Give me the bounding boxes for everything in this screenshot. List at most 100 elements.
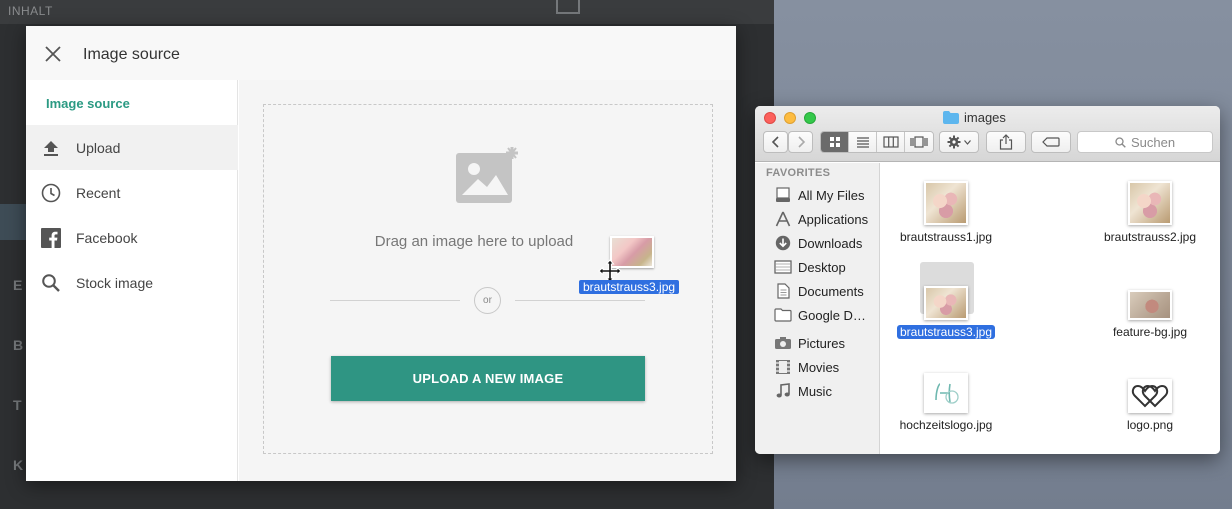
sidebar-item-facebook[interactable]: Facebook xyxy=(26,215,238,260)
image-placeholder-icon xyxy=(454,145,522,212)
folder-icon xyxy=(774,307,792,323)
file-grid: brautstrauss1.jpg brautstrauss2.jpg brau… xyxy=(881,163,1220,454)
search-placeholder: Suchen xyxy=(1130,134,1176,150)
sidebar-item-label: Facebook xyxy=(76,229,138,246)
chevron-right-icon xyxy=(797,136,805,148)
file-thumbnail xyxy=(1128,181,1172,225)
file-name: logo.png xyxy=(1126,418,1174,432)
drag-filename: brautstrauss3.jpg xyxy=(579,280,680,294)
cover-flow-button[interactable] xyxy=(905,132,933,152)
clock-icon xyxy=(40,182,62,204)
background-letter: E xyxy=(13,277,23,293)
forward-button[interactable] xyxy=(788,131,813,153)
file-thumbnail-wrap xyxy=(881,262,1011,320)
film-icon xyxy=(774,359,792,375)
dialog-sidebar: Image source Upload Recent Facebook Stoc… xyxy=(26,80,238,481)
music-note-icon xyxy=(774,383,792,399)
file-name: brautstrauss2.jpg xyxy=(1103,230,1197,244)
divider-right xyxy=(515,300,645,301)
sidebar-item-downloads[interactable]: Downloads xyxy=(774,233,862,253)
sidebar-item-music[interactable]: Music xyxy=(774,381,832,401)
sidebar-item-label: Google D… xyxy=(798,307,866,323)
sidebar-item-label: Downloads xyxy=(798,235,863,251)
chevron-left-icon xyxy=(771,136,779,148)
sidebar-item-movies[interactable]: Movies xyxy=(774,357,839,377)
search-icon xyxy=(40,272,62,294)
sidebar-item-label: Stock image xyxy=(76,274,154,291)
column-view-button[interactable] xyxy=(877,132,905,152)
sidebar-item-applications[interactable]: Applications xyxy=(774,209,868,229)
file-thumbnail-wrap xyxy=(881,361,1011,413)
file-thumbnail xyxy=(1128,290,1172,320)
file-item[interactable]: brautstrauss3.jpg xyxy=(881,262,1011,348)
sidebar-item-documents[interactable]: Documents xyxy=(774,281,864,301)
background-letter: B xyxy=(13,337,24,353)
close-window-button[interactable] xyxy=(764,112,776,124)
zoom-window-button[interactable] xyxy=(804,112,816,124)
sidebar-item-label: Recent xyxy=(76,184,121,201)
sidebar-item-label: Music xyxy=(798,383,832,399)
folder-icon xyxy=(943,111,959,124)
file-name: hochzeitslogo.jpg xyxy=(899,418,993,432)
finder-sidebar: FAVORITES All My Files Applications Down… xyxy=(755,163,880,454)
dialog-title: Image source xyxy=(83,46,180,63)
file-item[interactable]: logo.png xyxy=(1085,361,1215,441)
list-view-button[interactable] xyxy=(849,132,877,152)
minimize-window-button[interactable] xyxy=(784,112,796,124)
hochzeitslogo-thumbnail xyxy=(924,373,968,413)
icon-view-button[interactable] xyxy=(821,132,849,152)
upload-new-image-button[interactable]: UPLOAD A NEW IMAGE xyxy=(331,356,645,401)
background-letter: K xyxy=(13,457,24,473)
file-item[interactable]: feature-bg.jpg xyxy=(1085,268,1215,348)
sidebar-item-label: Desktop xyxy=(798,259,846,275)
file-thumbnail-wrap xyxy=(1085,173,1215,225)
share-button[interactable] xyxy=(986,131,1026,153)
sidebar-item-pictures[interactable]: Pictures xyxy=(774,333,845,353)
sidebar-item-desktop[interactable]: Desktop xyxy=(774,257,846,277)
cover-flow-icon xyxy=(910,136,928,148)
grid-icon xyxy=(829,137,840,147)
gear-icon xyxy=(947,135,961,149)
sidebar-item-google-drive[interactable]: Google D… xyxy=(774,305,866,325)
file-thumbnail-wrap xyxy=(881,173,1011,225)
favorites-heading: FAVORITES xyxy=(766,167,831,179)
window-title: images xyxy=(943,110,1006,125)
action-menu-button[interactable] xyxy=(939,131,979,153)
file-name: brautstrauss1.jpg xyxy=(899,230,993,244)
facebook-icon xyxy=(40,227,62,249)
window-title-text: images xyxy=(964,110,1006,125)
finder-titlebar: images Suchen xyxy=(755,106,1220,162)
background-app-label: INHALT xyxy=(8,4,53,18)
all-files-icon xyxy=(774,187,792,203)
hearts-logo-thumbnail xyxy=(1128,379,1172,413)
sidebar-item-label: All My Files xyxy=(798,187,865,203)
sidebar-item-upload[interactable]: Upload xyxy=(26,125,238,170)
chevron-down-icon xyxy=(964,139,971,145)
camera-icon xyxy=(774,335,792,351)
sidebar-item-all-my-files[interactable]: All My Files xyxy=(774,185,864,205)
applications-icon xyxy=(774,211,792,227)
downloads-icon xyxy=(774,235,792,251)
sidebar-item-label: Applications xyxy=(798,211,869,227)
file-thumbnail-wrap xyxy=(1085,268,1215,320)
background-letter: T xyxy=(13,397,22,413)
file-item[interactable]: brautstrauss1.jpg xyxy=(881,173,1011,253)
file-thumbnail xyxy=(924,286,968,320)
sidebar-item-label: Pictures xyxy=(798,335,845,351)
search-field[interactable]: Suchen xyxy=(1077,131,1213,153)
or-label: or xyxy=(474,287,501,314)
tag-icon xyxy=(1042,137,1060,147)
dialog-header: Image source xyxy=(26,26,736,80)
close-icon[interactable] xyxy=(42,43,64,65)
finder-window: images Suchen FAVORITES All My Files App… xyxy=(755,106,1220,454)
background-app-header: INHALT xyxy=(0,0,774,24)
tags-button[interactable] xyxy=(1031,131,1071,153)
sidebar-item-stock-image[interactable]: Stock image xyxy=(26,260,238,305)
sidebar-item-label: Upload xyxy=(76,139,121,156)
sidebar-item-recent[interactable]: Recent xyxy=(26,170,238,215)
file-item[interactable]: brautstrauss2.jpg xyxy=(1085,173,1215,253)
file-item[interactable]: hochzeitslogo.jpg xyxy=(881,361,1011,441)
back-button[interactable] xyxy=(763,131,788,153)
desktop-icon xyxy=(774,259,792,275)
sidebar-heading: Image source xyxy=(46,96,130,111)
